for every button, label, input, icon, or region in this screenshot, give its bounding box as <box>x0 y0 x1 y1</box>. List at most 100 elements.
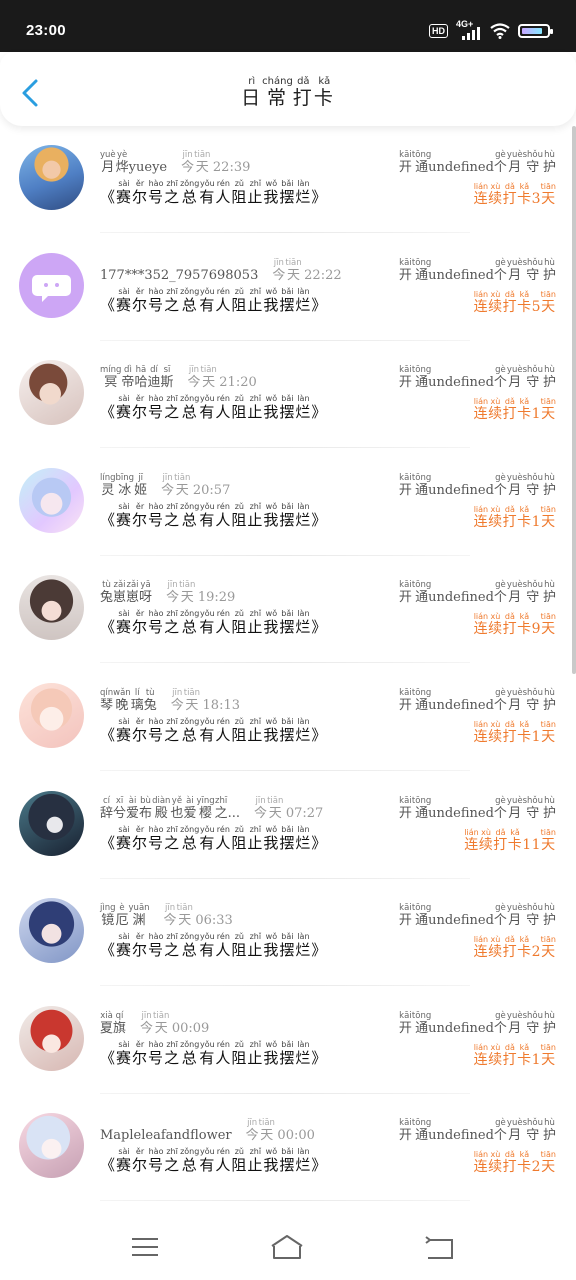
hanzi-char: 总zǒng <box>180 824 200 852</box>
hanzi-char: 我wǒ <box>263 824 280 852</box>
avatar[interactable] <box>19 467 84 533</box>
text-run: undefined <box>428 1128 494 1144</box>
hanzi-char: 我wǒ <box>263 932 280 960</box>
text-run: undefined <box>428 160 494 175</box>
hanzi-char: 樱yīng <box>196 795 215 821</box>
pinyin: yuè <box>506 257 523 268</box>
hanzi-char: 烂làn <box>295 609 312 637</box>
pinyin: zhī <box>164 501 181 511</box>
list-item[interactable]: 镜jìng厄è渊yuān今jīn天tiān 06:33 《赛sài尔ěr号hào之… <box>0 879 566 987</box>
user-name[interactable]: 琴qín晚wǎn璃lí兔tù 今jīn天tiān 18:13 <box>100 688 240 713</box>
hanzi-char: 月yuè <box>506 688 523 713</box>
pinyin: hào <box>148 824 165 834</box>
pinyin: hā <box>134 365 148 376</box>
hanzi-char: 卡kǎ <box>517 397 532 423</box>
list-item[interactable]: 月yuè烨yèyueye 今jīn天tiān 22:39 《赛sài尔ěr号hào之… <box>0 126 566 233</box>
hanzi-char: 总zǒng <box>180 286 200 314</box>
user-name[interactable]: 辞cí兮xī爱ài布bù殿diàn也yě爱ài樱yīng之zhī... 今jīn天… <box>100 796 323 821</box>
pinyin: yā <box>139 580 153 591</box>
list-item[interactable]: 辞cí兮xī爱ài布bù殿diàn也yě爱ài樱yīng之zhī... 今jīn天… <box>0 772 566 879</box>
hanzi-char: 止zhǐ <box>247 1039 264 1067</box>
hanzi-char: 人rén <box>215 824 232 852</box>
pinyin: rén <box>215 394 232 404</box>
list-item[interactable]: 冥míng帝dì哈hā迪dí斯sī今jīn天tiān 21:20 《赛sài尔ěr… <box>0 341 566 449</box>
user-name[interactable]: 月yuè烨yèyueye 今jīn天tiān 22:39 <box>100 150 250 175</box>
hanzi-char: 开kāi <box>398 795 412 821</box>
user-name[interactable]: 冥míng帝dì哈hā迪dí斯sī 今jīn天tiān 21:20 <box>100 365 257 390</box>
pinyin: rén <box>215 286 232 296</box>
hanzi-char: 今jīn <box>161 472 175 498</box>
hanzi-char: 天tiān <box>153 1010 170 1036</box>
hanzi-char: 续xù <box>478 827 494 853</box>
hanzi-char: 赛sài <box>116 824 133 852</box>
pinyin: ěr <box>132 824 149 834</box>
list-item[interactable]: 琴qín晚wǎn璃lí兔tù今jīn天tiān 18:13 《赛sài尔ěr号hà… <box>0 664 566 771</box>
hanzi-char: 续xù <box>488 1150 503 1176</box>
pinyin: kǎ <box>517 504 532 514</box>
hanzi-char: 兔tù <box>100 580 114 606</box>
user-name[interactable]: 夏xià旗qí 今jīn天tiān 00:09 <box>100 1011 209 1036</box>
hanzi-char: 今jīn <box>140 1010 154 1036</box>
pinyin: lián <box>473 935 489 945</box>
avatar[interactable] <box>19 145 84 210</box>
user-name[interactable]: 灵líng冰bīng姬jī 今jīn天tiān 20:57 <box>100 473 230 498</box>
avatar[interactable] <box>19 898 84 964</box>
hanzi-char: 天tiān <box>176 903 193 929</box>
hanzi-char: 人rén <box>215 932 232 960</box>
pinyin: hù <box>542 257 556 268</box>
pinyin: zǔ <box>231 932 248 942</box>
avatar[interactable] <box>19 360 84 426</box>
pinyin: sài <box>116 501 133 511</box>
pinyin: tōng <box>411 903 432 914</box>
pinyin: kāi <box>398 903 412 914</box>
streak-days: 1 <box>531 406 542 423</box>
hanzi-char: 赛sài <box>116 717 133 744</box>
checkin-time: 今jīn天tiān 06:33 <box>164 903 233 929</box>
user-name[interactable]: 兔tù崽zǎi崽zǎi呀yā今jīn天tiān 19:29 <box>100 580 235 605</box>
list-item[interactable]: 夏xià旗qí今jīn天tiān 00:09 《赛sài尔ěr号hào之zhī总z… <box>0 987 566 1094</box>
hanzi-char: 赛sài <box>116 286 133 314</box>
pinyin: xù <box>488 1150 503 1160</box>
list-item[interactable]: 兔tù崽zǎi崽zǎi呀yā今jīn天tiān 19:29 《赛sài尔ěr号hà… <box>0 556 566 664</box>
close-bracket: 》 <box>311 510 328 529</box>
avatar[interactable] <box>19 252 84 318</box>
pinyin: bǎi <box>279 179 296 188</box>
pinyin: wǒ <box>263 394 280 404</box>
hanzi-char: 通tōng <box>411 257 432 283</box>
avatar[interactable] <box>19 1005 84 1071</box>
avatar[interactable] <box>19 790 84 856</box>
list-item[interactable]: 灵líng冰bīng姬jī今jīn天tiān 20:57 《赛sài尔ěr号hào… <box>0 449 566 556</box>
back-nav-icon[interactable] <box>422 1232 456 1262</box>
hanzi-char: 渊yuān <box>128 903 150 929</box>
checkin-message: 《赛sài尔ěr号hào之zhī总zǒng有yǒu人rén阻zǔ止zhǐ我wǒ摆… <box>100 394 327 422</box>
pinyin: tōng <box>411 1010 432 1021</box>
scrollbar[interactable] <box>572 126 576 674</box>
hanzi-char: 有yǒu <box>199 717 216 744</box>
pinyin: tiān <box>540 1042 556 1052</box>
hanzi-char: 烂làn <box>295 1147 312 1175</box>
text-run: undefined <box>428 375 494 391</box>
avatar[interactable] <box>19 1113 84 1179</box>
menu-icon[interactable] <box>128 1232 162 1262</box>
hanzi-char: 摆bǎi <box>279 501 296 529</box>
avatar[interactable] <box>19 575 84 641</box>
pinyin: bǎi <box>279 501 296 511</box>
pinyin: gè <box>493 795 507 806</box>
avatar[interactable] <box>19 683 84 748</box>
pinyin: jī <box>134 472 148 483</box>
home-icon[interactable] <box>270 1232 304 1262</box>
list-item[interactable]: Mapleleafandflower 今jīn天tiān 00:00 《赛sài尔ě… <box>0 1094 566 1202</box>
list-item[interactable]: 177***352_7957698053 今jīn天tiān 22:22 《赛sài… <box>0 234 566 341</box>
checkin-list[interactable]: 月yuè烨yèyueye 今jīn天tiān 22:39 《赛sài尔ěr号hào之… <box>0 126 576 1214</box>
pinyin: lián <box>473 612 489 622</box>
pinyin: rì <box>241 76 263 87</box>
user-name[interactable]: 177***352_7957698053 今jīn天tiān 22:22 <box>100 258 342 283</box>
pinyin: jīn <box>161 472 175 483</box>
user-name[interactable]: Mapleleafandflower 今jīn天tiān 00:00 <box>100 1118 315 1143</box>
hanzi-char: 镜jìng <box>100 903 116 929</box>
text-run: yueye <box>128 160 168 175</box>
hanzi-char: 阻zǔ <box>231 609 248 637</box>
user-name[interactable]: 镜jìng厄è渊yuān 今jīn天tiān 06:33 <box>100 903 233 928</box>
hanzi-char: 天tiān <box>174 472 191 498</box>
pinyin: bǎi <box>279 932 296 942</box>
